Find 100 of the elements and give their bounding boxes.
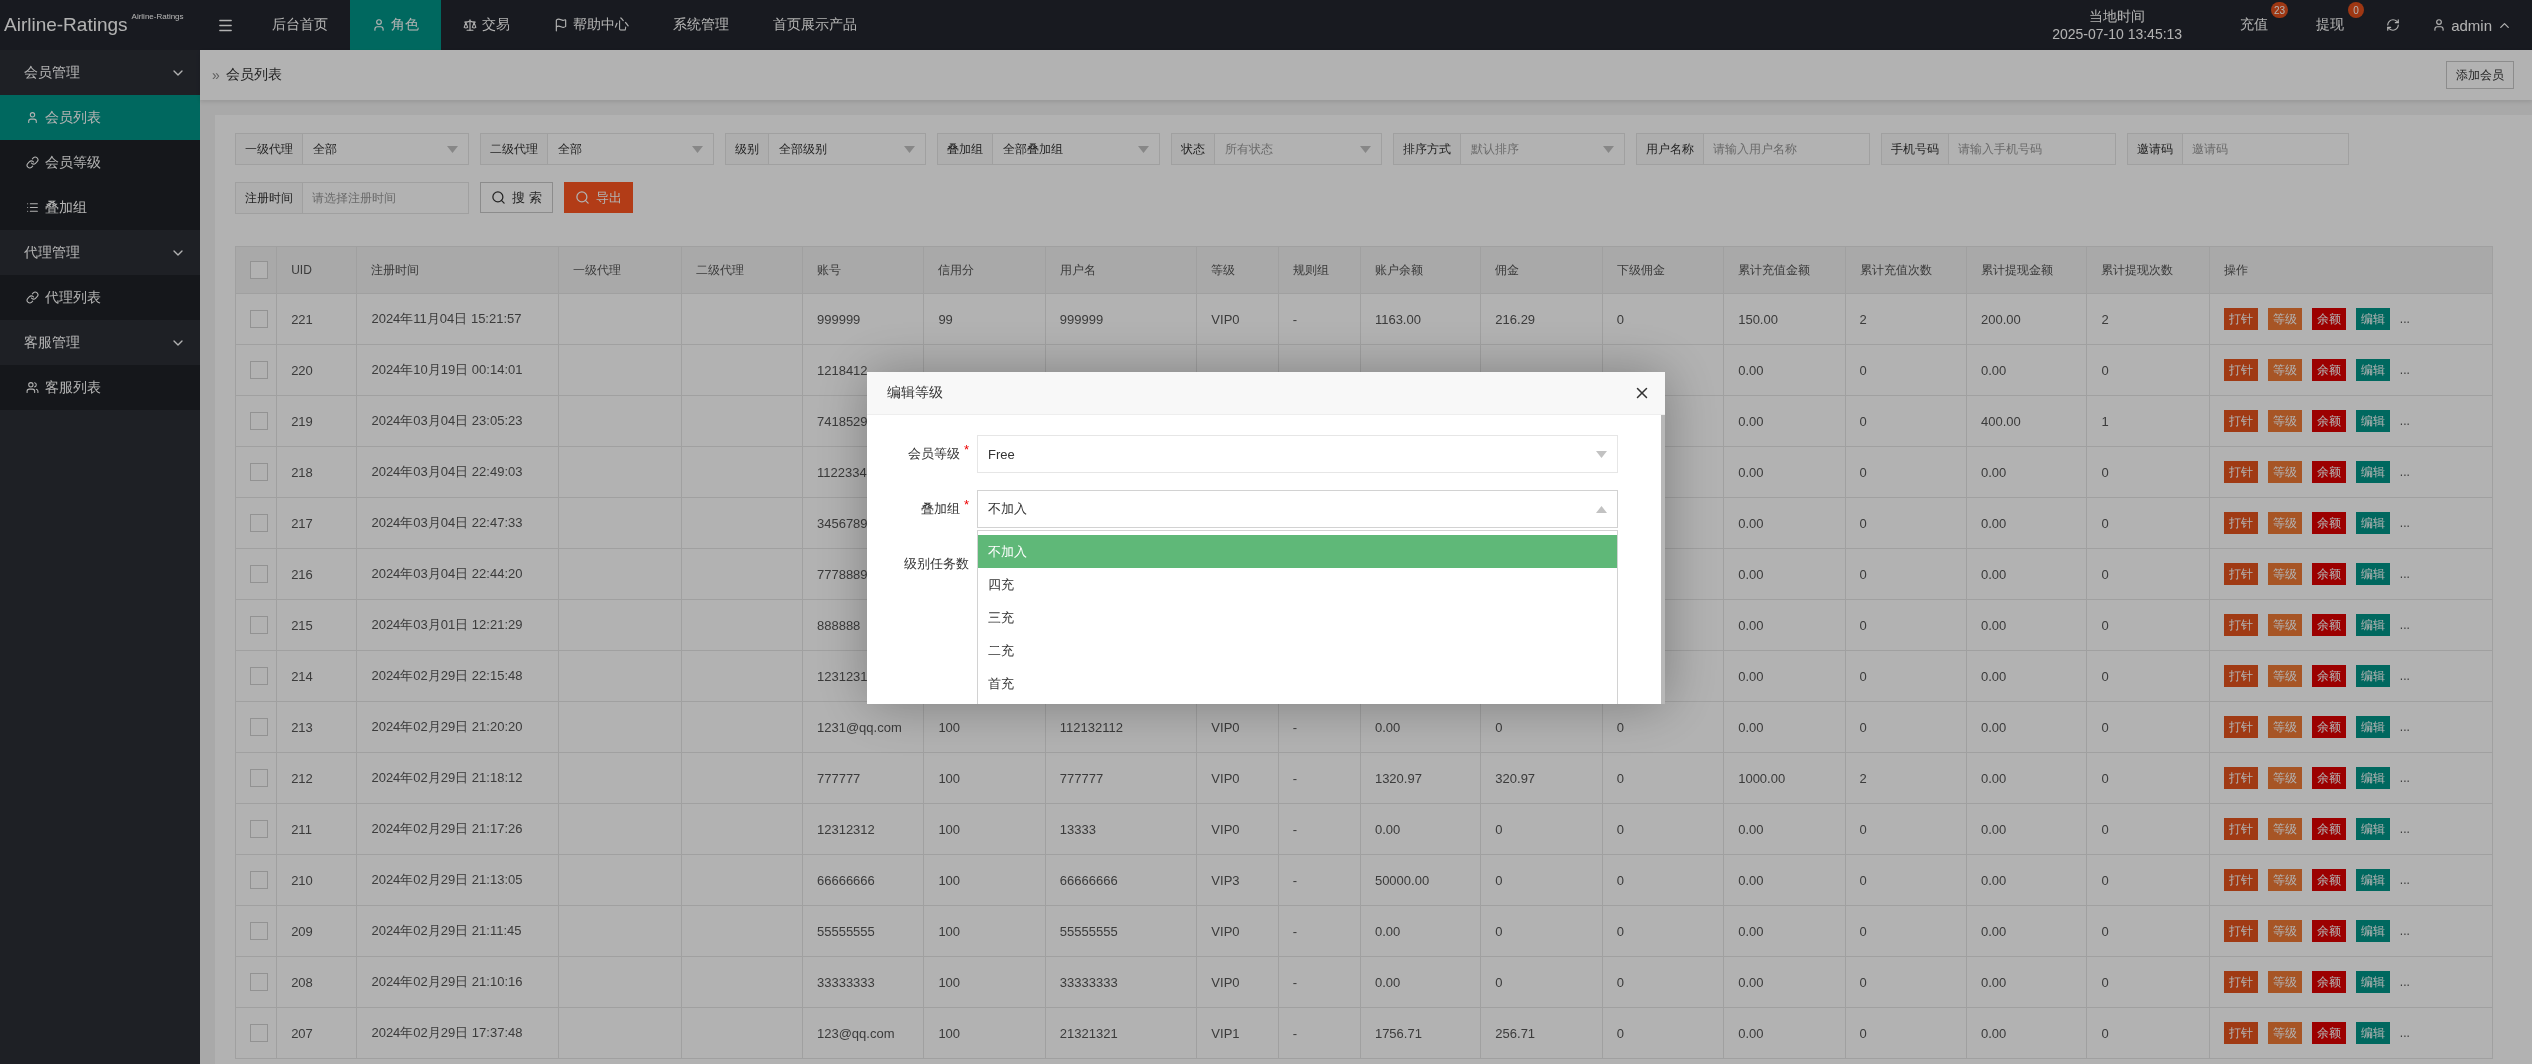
punch-button[interactable]: 打针 <box>2223 512 2258 534</box>
checkbox[interactable] <box>250 667 268 685</box>
more-link[interactable]: ... <box>2399 669 2410 683</box>
level-button[interactable]: 等级 <box>2267 869 2302 891</box>
checkbox[interactable] <box>250 973 268 991</box>
balance-button[interactable]: 余额 <box>2311 1022 2346 1044</box>
edit-button[interactable]: 编辑 <box>2355 716 2390 738</box>
more-link[interactable]: ... <box>2399 771 2410 785</box>
punch-button[interactable]: 打针 <box>2223 308 2258 330</box>
checkbox[interactable] <box>250 261 268 279</box>
balance-button[interactable]: 余额 <box>2311 359 2346 381</box>
level-button[interactable]: 等级 <box>2267 716 2302 738</box>
balance-button[interactable]: 余额 <box>2311 410 2346 432</box>
sidebar-item[interactable]: 会员等级 <box>0 140 200 185</box>
nav-tab[interactable]: 后台首页 <box>250 0 350 50</box>
punch-button[interactable]: 打针 <box>2223 359 2258 381</box>
balance-button[interactable]: 余额 <box>2311 716 2346 738</box>
level-button[interactable]: 等级 <box>2267 1022 2302 1044</box>
nav-tab[interactable]: 交易 <box>441 0 532 50</box>
checkbox[interactable] <box>250 871 268 889</box>
sidebar-item[interactable]: 叠加组 <box>0 185 200 230</box>
sidebar-item[interactable]: 客服列表 <box>0 365 200 410</box>
checkbox[interactable] <box>250 310 268 328</box>
refresh-icon[interactable] <box>2386 18 2401 32</box>
more-link[interactable]: ... <box>2399 414 2410 428</box>
nav-tab[interactable]: 首页展示产品 <box>751 0 879 50</box>
balance-button[interactable]: 余额 <box>2311 869 2346 891</box>
add-member-button[interactable]: 添加会员 <box>2446 61 2514 89</box>
level-button[interactable]: 等级 <box>2267 359 2302 381</box>
filter-field[interactable]: 邀请码 邀请码 <box>2127 133 2349 165</box>
edit-button[interactable]: 编辑 <box>2355 665 2390 687</box>
punch-button[interactable]: 打针 <box>2223 1022 2258 1044</box>
more-link[interactable]: ... <box>2399 312 2410 326</box>
level-button[interactable]: 等级 <box>2267 563 2302 585</box>
punch-button[interactable]: 打针 <box>2223 410 2258 432</box>
checkbox[interactable] <box>250 412 268 430</box>
level-button[interactable]: 等级 <box>2267 971 2302 993</box>
level-button[interactable]: 等级 <box>2267 665 2302 687</box>
balance-button[interactable]: 余额 <box>2311 971 2346 993</box>
punch-button[interactable]: 打针 <box>2223 971 2258 993</box>
punch-button[interactable]: 打针 <box>2223 614 2258 636</box>
balance-button[interactable]: 余额 <box>2311 665 2346 687</box>
level-button[interactable]: 等级 <box>2267 767 2302 789</box>
filter-field[interactable]: 注册时间 请选择注册时间 <box>235 182 469 214</box>
edit-button[interactable]: 编辑 <box>2355 308 2390 330</box>
balance-button[interactable]: 余额 <box>2311 563 2346 585</box>
punch-button[interactable]: 打针 <box>2223 563 2258 585</box>
edit-button[interactable]: 编辑 <box>2355 614 2390 636</box>
punch-button[interactable]: 打针 <box>2223 716 2258 738</box>
level-button[interactable]: 等级 <box>2267 614 2302 636</box>
balance-button[interactable]: 余额 <box>2311 614 2346 636</box>
more-link[interactable]: ... <box>2399 873 2410 887</box>
level-button[interactable]: 等级 <box>2267 818 2302 840</box>
level-button[interactable]: 等级 <box>2267 308 2302 330</box>
more-link[interactable]: ... <box>2399 618 2410 632</box>
checkbox[interactable] <box>250 361 268 379</box>
checkbox[interactable] <box>250 514 268 532</box>
edit-button[interactable]: 编辑 <box>2355 869 2390 891</box>
punch-button[interactable]: 打针 <box>2223 767 2258 789</box>
select-field[interactable]: 不加入 <box>977 490 1618 528</box>
checkbox[interactable] <box>250 718 268 736</box>
filter-field[interactable]: 用户名称 请输入用户名称 <box>1636 133 1870 165</box>
checkbox[interactable] <box>250 820 268 838</box>
punch-button[interactable]: 打针 <box>2223 461 2258 483</box>
edit-button[interactable]: 编辑 <box>2355 359 2390 381</box>
checkbox[interactable] <box>250 922 268 940</box>
edit-button[interactable]: 编辑 <box>2355 920 2390 942</box>
level-button[interactable]: 等级 <box>2267 920 2302 942</box>
nav-tab[interactable]: 帮助中心 <box>532 0 651 50</box>
edit-button[interactable]: 编辑 <box>2355 767 2390 789</box>
edit-button[interactable]: 编辑 <box>2355 461 2390 483</box>
punch-button[interactable]: 打针 <box>2223 920 2258 942</box>
balance-button[interactable]: 余额 <box>2311 308 2346 330</box>
balance-button[interactable]: 余额 <box>2311 818 2346 840</box>
checkbox[interactable] <box>250 565 268 583</box>
checkbox[interactable] <box>250 769 268 787</box>
balance-button[interactable]: 余额 <box>2311 512 2346 534</box>
balance-button[interactable]: 余额 <box>2311 920 2346 942</box>
more-link[interactable]: ... <box>2399 720 2410 734</box>
more-link[interactable]: ... <box>2399 1026 2410 1040</box>
nav-tab[interactable]: 系统管理 <box>651 0 751 50</box>
edit-button[interactable]: 编辑 <box>2355 512 2390 534</box>
more-link[interactable]: ... <box>2399 363 2410 377</box>
level-button[interactable]: 等级 <box>2267 461 2302 483</box>
level-button[interactable]: 等级 <box>2267 410 2302 432</box>
sidebar-item[interactable]: 会员列表 <box>0 95 200 140</box>
edit-button[interactable]: 编辑 <box>2355 563 2390 585</box>
nav-tab[interactable]: 角色 <box>350 0 441 50</box>
more-link[interactable]: ... <box>2399 516 2410 530</box>
filter-field[interactable]: 手机号码 请输入手机号码 <box>1881 133 2116 165</box>
balance-button[interactable]: 余额 <box>2311 767 2346 789</box>
edit-button[interactable]: 编辑 <box>2355 818 2390 840</box>
punch-button[interactable]: 打针 <box>2223 869 2258 891</box>
checkbox[interactable] <box>250 616 268 634</box>
export-button[interactable]: 导出 <box>563 182 633 213</box>
edit-button[interactable]: 编辑 <box>2355 1022 2390 1044</box>
sidebar-item[interactable]: 代理列表 <box>0 275 200 320</box>
dropdown-option[interactable]: 不加入 <box>978 535 1617 568</box>
balance-button[interactable]: 余额 <box>2311 461 2346 483</box>
search-button[interactable]: 搜 索 <box>480 182 553 213</box>
